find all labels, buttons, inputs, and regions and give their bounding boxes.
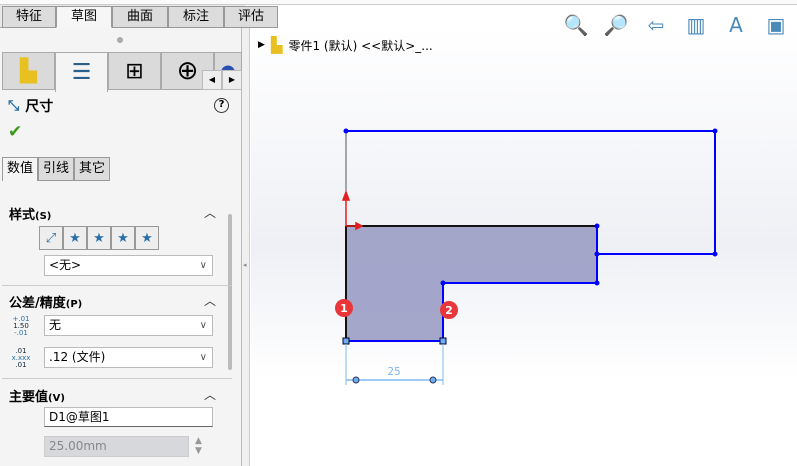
dimension-text[interactable]: 25 [387,365,400,378]
selected-endpoint[interactable] [439,337,447,345]
sketch-canvas: 25 1 2 [335,128,718,385]
origin-icon [341,189,364,231]
selected-endpoint[interactable] [342,337,350,345]
badge-1-text: 1 [340,302,348,315]
badge-2-text: 2 [445,304,453,317]
